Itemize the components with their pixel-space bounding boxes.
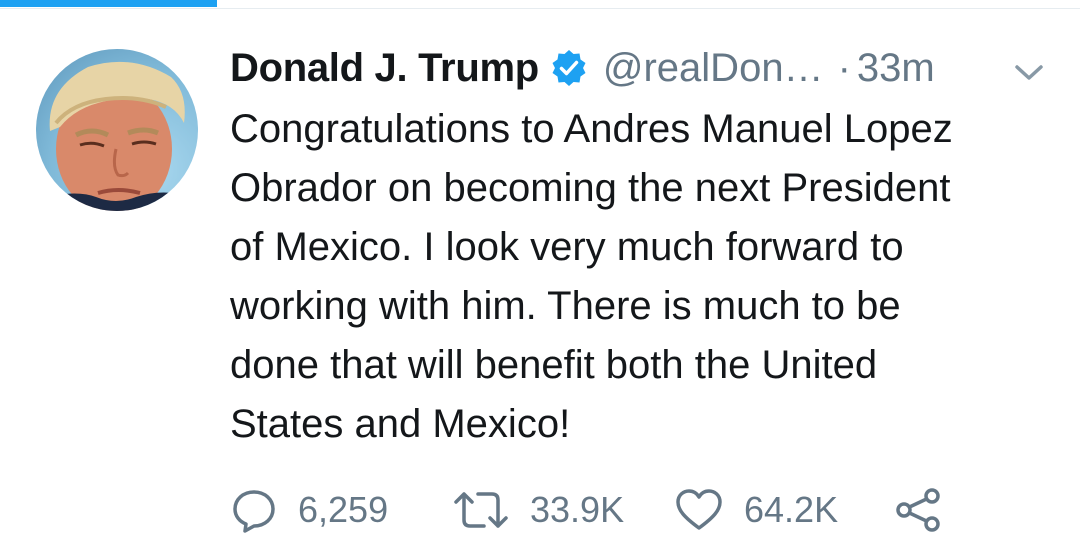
tweet-text-line: Congratulations to Andres Manuel Lopez [230,107,953,151]
retweet-count: 33.9K [530,489,625,530]
tweet-screen: Donald J. Trump @realDon… · 33m Congratu… [0,0,1080,550]
reply-icon [230,486,278,534]
tweet-text-line: done that will benefit both the United [230,343,878,387]
tweet-text-line: Obrador on becoming the next President [230,166,951,210]
top-divider [0,8,1080,9]
share-button[interactable] [894,486,942,534]
tab-indicator [0,0,217,7]
tweet-text-line: States and Mexico! [230,402,571,446]
heart-icon [674,486,724,534]
tweet-header: Donald J. Trump @realDon… · 33m [230,40,935,96]
author-avatar[interactable] [36,49,198,211]
tweet-text-line: working with him. There is much to be [230,284,901,328]
reply-count: 6,259 [298,489,389,530]
tweet-text-line: of Mexico. I look very much forward to [230,225,904,269]
reply-button[interactable]: 6,259 [230,486,452,534]
author-name[interactable]: Donald J. Trump [230,46,539,91]
tweet-timestamp[interactable]: 33m [857,46,935,91]
share-icon [894,486,942,534]
like-count: 64.2K [744,489,839,530]
like-button[interactable]: 64.2K [674,486,894,534]
tweet-actions: 6,259 33.9K 64.2K [230,482,942,538]
tweet-text: Congratulations to Andres Manuel Lopez O… [230,100,1060,454]
retweet-icon [452,486,510,534]
retweet-button[interactable]: 33.9K [452,486,674,534]
chevron-down-icon[interactable] [1011,60,1047,84]
author-handle[interactable]: @realDon… [603,46,824,91]
verified-badge-icon [549,48,589,88]
header-separator: · [837,45,851,90]
